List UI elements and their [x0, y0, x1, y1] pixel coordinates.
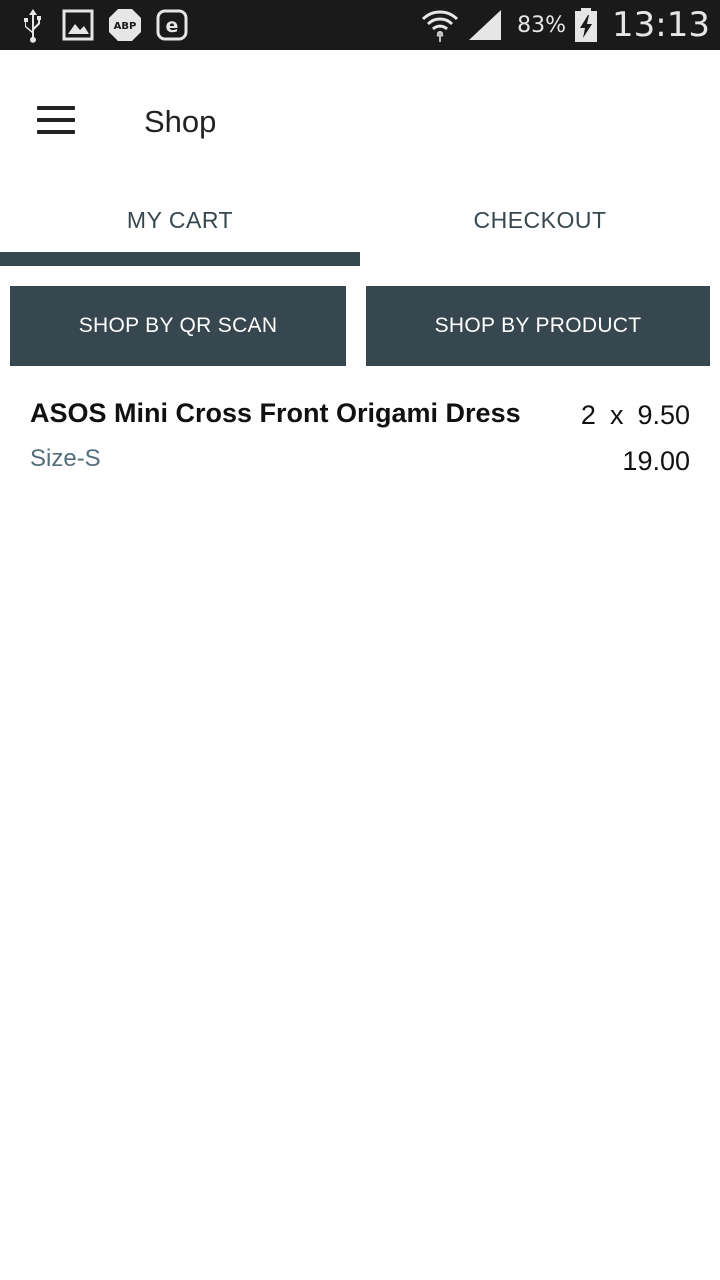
status-bar: ABP e 83% 13:13 — [0, 0, 720, 50]
cart-item[interactable]: ASOS Mini Cross Front Origami Dress Size… — [0, 386, 720, 486]
item-unit-price: 9.50 — [637, 400, 690, 430]
app-bar: Shop — [0, 50, 720, 190]
wifi-icon — [421, 7, 459, 43]
tab-my-cart[interactable]: MY CART — [0, 190, 360, 266]
battery-charging-icon — [574, 7, 598, 43]
battery-percent: 83% — [517, 12, 567, 38]
menu-button[interactable] — [26, 90, 86, 150]
cart-list: ASOS Mini Cross Front Origami Dress Size… — [0, 386, 720, 486]
shop-actions: SHOP BY QR SCAN SHOP BY PRODUCT — [10, 286, 710, 366]
status-bar-notifications: ABP e — [18, 7, 188, 43]
item-size: Size-S — [30, 445, 101, 472]
abp-icon: ABP — [108, 8, 142, 42]
image-icon — [62, 9, 94, 41]
shop-by-product-button[interactable]: SHOP BY PRODUCT — [366, 286, 710, 366]
svg-text:e: e — [166, 15, 179, 37]
status-bar-system: 83% 13:13 — [421, 0, 710, 50]
clock: 13:13 — [612, 5, 710, 45]
item-total: 19.00 — [622, 446, 690, 476]
e-icon: e — [156, 9, 188, 41]
signal-icon — [467, 8, 503, 42]
tab-bar: MY CART CHECKOUT — [0, 190, 720, 266]
tab-selected-indicator — [0, 252, 360, 266]
shop-by-qr-scan-button[interactable]: SHOP BY QR SCAN — [10, 286, 346, 366]
tab-label: CHECKOUT — [473, 207, 607, 233]
item-times-sign: x — [609, 400, 624, 430]
page-title: Shop — [144, 104, 217, 139]
item-name: ASOS Mini Cross Front Origami Dress — [30, 398, 521, 428]
item-quantity: 2 — [580, 400, 596, 430]
svg-text:ABP: ABP — [114, 21, 137, 32]
tab-checkout[interactable]: CHECKOUT — [360, 190, 720, 266]
item-quantity-price: 2 x 9.50 — [581, 398, 690, 432]
usb-icon — [18, 7, 48, 43]
hamburger-menu-icon — [37, 106, 75, 134]
